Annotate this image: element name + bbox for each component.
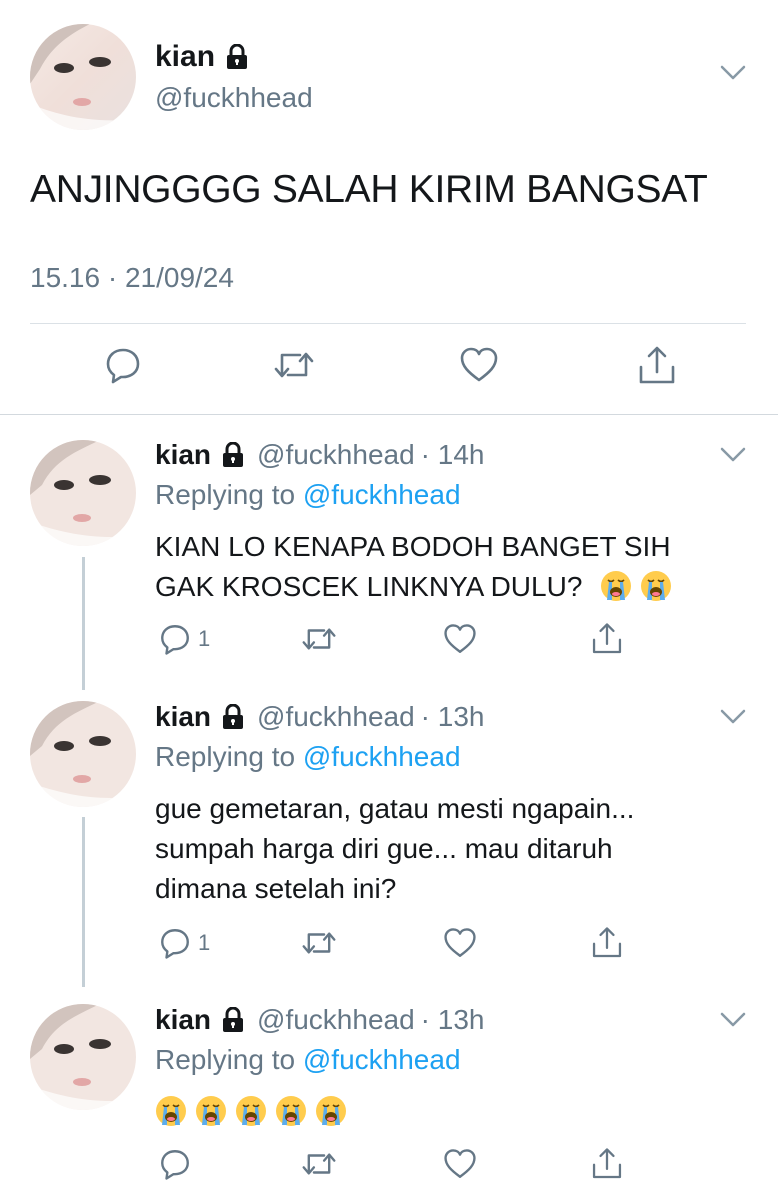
replying-to-link[interactable]: @fuckhhead [303,479,461,510]
reply-icon[interactable] [158,622,192,656]
loudly-crying-face-emoji [316,1096,346,1126]
share-icon[interactable] [590,926,624,960]
reply-icon[interactable] [158,926,192,960]
reply-count: 1 [198,626,211,651]
reply-header: kian @fuckhhead · 14h [155,439,485,471]
replying-to: Replying to @fuckhhead [155,1044,461,1076]
avatar-image [30,440,136,546]
relative-time[interactable]: · 13h [421,1004,485,1036]
loudly-crying-face-emoji [236,1096,266,1126]
main-tweet: kian @fuckhhead ANJINGGGG SALAH KIRIM BA… [0,0,778,415]
replying-to: Replying to @fuckhhead [155,741,461,773]
retweet-icon[interactable] [300,926,338,960]
loudly-crying-face-emoji [641,571,672,601]
reply-header: kian @fuckhhead · 13h [155,1004,485,1036]
relative-time[interactable]: · 14h [421,439,485,471]
reply-header: kian @fuckhhead · 13h [155,701,485,733]
display-name[interactable]: kian [155,1004,211,1036]
reply-action[interactable] [158,1147,192,1181]
share-icon[interactable] [590,622,624,656]
heart-icon[interactable] [458,345,500,385]
avatar-image [30,24,136,130]
relative-time[interactable]: · 13h [421,701,485,733]
reply-tweet[interactable]: kian @fuckhhead · 13h Replying to @fuckh… [0,980,778,1200]
handle[interactable]: @fuckhhead [155,82,313,114]
lock-icon [227,44,248,69]
reply-action[interactable]: 1 [158,926,210,960]
replying-to-link[interactable]: @fuckhhead [303,1044,461,1075]
avatar-image [30,1004,136,1110]
tweet-text-line-2: GAK KROSCEK LINKNYA DULU? [155,567,755,607]
replying-to: Replying to @fuckhhead [155,479,461,511]
tweet-actions: 1 [0,622,778,662]
tweet-actions [0,1147,778,1187]
chevron-down-icon[interactable] [720,65,746,81]
tweet-text-line: gue gemetaran, gatau mesti ngapain... [155,793,635,824]
avatar[interactable] [30,1004,136,1110]
lock-icon [223,704,244,729]
retweet-icon[interactable] [300,1147,338,1181]
display-name[interactable]: kian [155,701,211,733]
retweet-icon[interactable] [300,622,338,656]
display-name[interactable]: kian [155,439,211,471]
tweet-text-line: dimana setelah ini? [155,873,397,904]
heart-icon[interactable] [442,926,478,960]
tweet-actions: 1 [0,926,778,966]
replying-to-link[interactable]: @fuckhhead [303,741,461,772]
chevron-down-icon[interactable] [720,709,746,725]
reply-tweet[interactable]: kian @fuckhhead · 13h Replying to @fuckh… [0,677,778,987]
reply-count: 1 [198,930,211,955]
tweet-actions [0,345,778,393]
tweet-text-line: sumpah harga diri gue... mau ditaruh [155,833,613,864]
reply-tweet[interactable]: kian @fuckhhead · 14h Replying to @fuckh… [0,415,778,700]
avatar[interactable] [30,24,136,130]
tweet-text: ANJINGGGG SALAH KIRIM BANGSAT [30,168,708,211]
share-icon[interactable] [636,345,678,387]
handle[interactable]: @fuckhhead [257,439,415,471]
loudly-crying-face-emoji [276,1096,306,1126]
heart-icon[interactable] [442,622,478,656]
avatar-image [30,701,136,807]
loudly-crying-face-emoji [156,1096,186,1126]
divider [30,323,746,324]
tweet-text-line: KIAN LO KENAPA BODOH BANGET SIH [155,531,671,562]
reply-icon[interactable] [158,1147,192,1181]
replying-to-label: Replying to [155,741,296,772]
tweet-text: gue gemetaran, gatau mesti ngapain... su… [155,789,755,909]
share-icon[interactable] [590,1147,624,1181]
loudly-crying-face-emoji [196,1096,226,1126]
handle[interactable]: @fuckhhead [257,1004,415,1036]
chevron-down-icon[interactable] [720,1012,746,1028]
display-name-text: kian [155,40,216,73]
replying-to-label: Replying to [155,1044,296,1075]
lock-icon [223,1007,244,1032]
display-name[interactable]: kian [155,40,249,74]
reply-icon[interactable] [103,345,143,385]
tweet-text [155,1092,755,1132]
tweet-text: KIAN LO KENAPA BODOH BANGET SIH GAK KROS… [155,527,755,607]
heart-icon[interactable] [442,1147,478,1181]
avatar[interactable] [30,701,136,807]
loudly-crying-face-emoji [601,571,632,601]
avatar[interactable] [30,440,136,546]
reply-action[interactable]: 1 [158,622,210,656]
handle[interactable]: @fuckhhead [257,701,415,733]
lock-icon [223,442,244,467]
retweet-icon[interactable] [272,345,316,385]
tweet-text-line: GAK KROSCEK LINKNYA DULU? [155,571,583,602]
tweet-timestamp: 15.16 · 21/09/24 [30,262,234,293]
chevron-down-icon[interactable] [720,447,746,463]
replying-to-label: Replying to [155,479,296,510]
